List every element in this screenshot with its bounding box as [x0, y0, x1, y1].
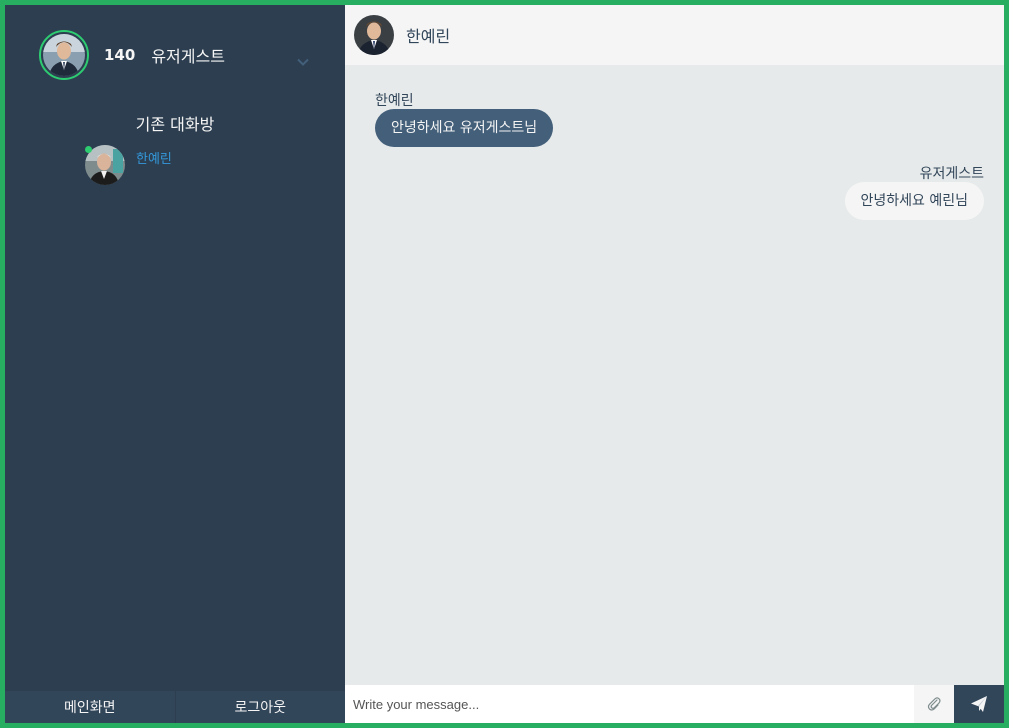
user-name: 유저게스트 [151, 47, 225, 66]
contact-name: 한예린 [136, 152, 172, 167]
user-avatar-ring [39, 30, 89, 80]
chevron-down-icon[interactable] [297, 53, 309, 66]
send-button[interactable] [954, 685, 1004, 723]
message-input-bar [345, 685, 1004, 723]
sidebar: 140 유저게스트 기존 대화방 한예린 메인화면 로그아웃 [5, 5, 345, 723]
message-sender: 유저게스트 [919, 166, 984, 182]
home-button[interactable]: 메인화면 [5, 691, 175, 723]
user-profile[interactable]: 140 유저게스트 [39, 30, 225, 80]
chat-header: 한예린 [345, 5, 1004, 65]
paper-plane-icon [971, 696, 987, 712]
section-title: 기존 대화방 [135, 115, 215, 134]
contact-item[interactable]: 한예린 [85, 145, 172, 185]
user-id: 140 [104, 46, 136, 64]
online-status-dot [85, 146, 92, 153]
message-sender: 한예린 [375, 93, 414, 109]
partner-avatar [354, 15, 394, 55]
partner-name: 한예린 [406, 27, 451, 46]
paperclip-icon[interactable] [914, 685, 954, 723]
message-list: 한예린 안녕하세요 유저게스트님 유저게스트 안녕하세요 예린님 [345, 65, 1004, 685]
app-frame: 140 유저게스트 기존 대화방 한예린 메인화면 로그아웃 한예린 한예린 안… [5, 5, 1004, 723]
message-bubble-received: 안녕하세요 유저게스트님 [375, 109, 554, 147]
logout-button[interactable]: 로그아웃 [174, 691, 346, 723]
chat-panel: 한예린 한예린 안녕하세요 유저게스트님 유저게스트 안녕하세요 예린님 [345, 5, 1004, 723]
message-bubble-sent: 안녕하세요 예린님 [844, 182, 984, 220]
user-avatar [43, 34, 85, 76]
sidebar-bottom-bar: 메인화면 로그아웃 [5, 691, 345, 723]
message-input[interactable] [345, 685, 914, 723]
